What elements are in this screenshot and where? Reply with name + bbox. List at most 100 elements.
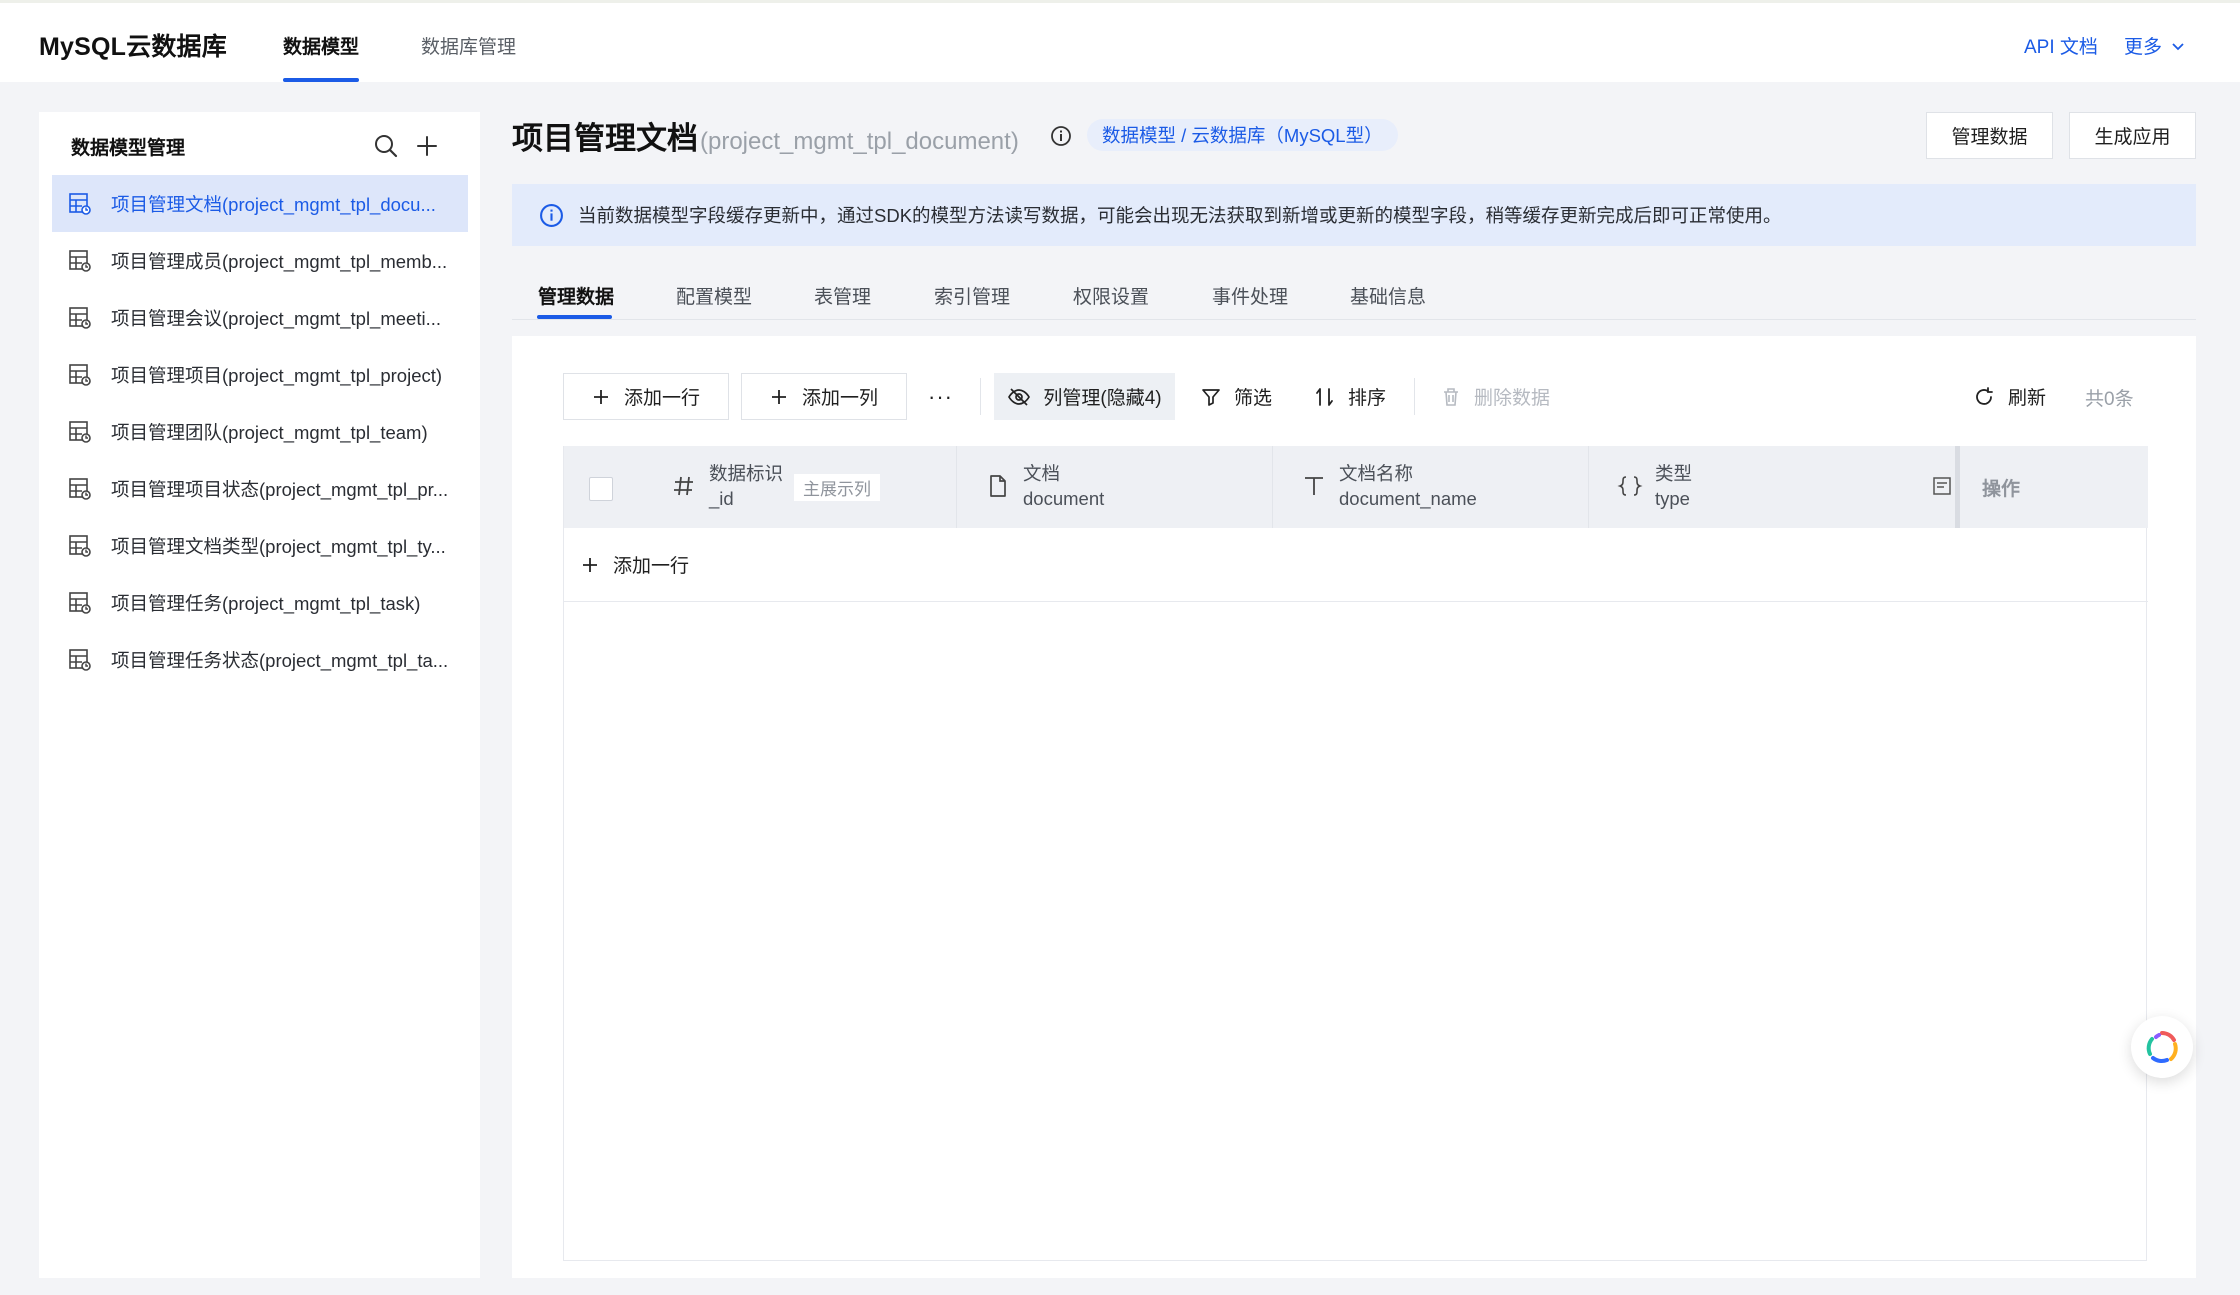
column-header-document-name[interactable]: 文档名称 document_name [1273,446,1589,528]
generate-app-button[interactable]: 生成应用 [2069,112,2196,159]
sidebar-item-model[interactable]: 项目管理项目(project_mgmt_tpl_project) [52,346,468,403]
braces-icon [1617,476,1643,496]
refresh-button[interactable]: 刷新 [1972,373,2046,420]
sidebar-item-model[interactable]: 项目管理团队(project_mgmt_tpl_team) [52,403,468,460]
breadcrumb[interactable]: 数据模型 / 云数据库（MySQL型） [1087,119,1398,151]
assistant-button[interactable] [2131,1016,2193,1078]
add-column-button[interactable]: 添加一列 [741,373,907,420]
table-model-icon [66,418,94,446]
table-model-icon [66,589,94,617]
primary-display-badge: 主展示列 [794,474,880,501]
sort-button[interactable]: 排序 [1314,373,1386,420]
filter-icon [1202,388,1220,406]
more-actions-button[interactable]: ··· [928,373,953,420]
column-field: document_name [1339,488,1477,509]
model-list: 项目管理文档(project_mgmt_tpl_docu... 项目管理成员(pr… [52,175,468,688]
info-icon[interactable] [1049,124,1073,148]
table-model-icon [66,646,94,674]
eye-off-icon [1008,387,1031,406]
table-model-icon [66,247,94,275]
column-header-id[interactable]: 数据标识 _id 主展示列 [564,446,957,528]
column-label: 文档名称 [1339,463,1414,484]
assistant-logo-icon [2146,1031,2178,1064]
page-title-text: 项目管理文档 [512,121,698,156]
actions-column-header: 操作 [1955,446,2148,528]
sidebar-item-label: 项目管理任务状态(project_mgmt_tpl_ta... [111,649,449,671]
top-bar: MySQL云数据库 数据模型 数据库管理 API 文档 更多 [0,0,2240,82]
column-field: type [1655,488,1690,509]
sidebar-item-label: 项目管理项目(project_mgmt_tpl_project) [111,364,443,386]
sidebar-item-label: 项目管理团队(project_mgmt_tpl_team) [111,421,428,443]
tab-basic-info[interactable]: 基础信息 [1350,282,1426,309]
sidebar-item-label: 项目管理成员(project_mgmt_tpl_memb... [111,250,448,272]
column-field: document [1023,488,1105,509]
column-label: 文档 [1023,463,1061,484]
page-title: 项目管理文档 (project_mgmt_tpl_document) [512,113,1019,158]
tab-permissions[interactable]: 权限设置 [1073,282,1149,309]
table-add-row[interactable]: 添加一行 [564,528,2148,602]
delete-data-label: 删除数据 [1474,388,1551,409]
record-count: 共0条 [2085,389,2134,410]
tab-manage-data[interactable]: 管理数据 [538,282,614,309]
file-icon [990,475,1006,497]
sidebar-item-model[interactable]: 项目管理文档(project_mgmt_tpl_docu... [52,175,468,232]
more-menu[interactable]: 更多 [2124,32,2186,59]
refresh-label: 刷新 [2008,388,2047,409]
table-add-row-label: 添加一行 [613,556,690,577]
sidebar-item-label: 项目管理项目状态(project_mgmt_tpl_pr... [111,478,449,500]
text-type-icon [1305,477,1323,495]
tab-index-management[interactable]: 索引管理 [934,282,1010,309]
trash-icon [1444,387,1458,406]
column-management-button[interactable]: 列管理(隐藏4) [994,373,1175,420]
page-title-code: (project_mgmt_tpl_document) [700,128,1019,155]
plus-icon [583,557,597,572]
nav-tab-data-model[interactable]: 数据模型 [283,32,359,59]
notice-text: 当前数据模型字段缓存更新中，通过SDK的模型方法读写数据，可能会出现无法获取到新… [578,205,1782,226]
table-model-icon [66,475,94,503]
table-header: 数据标识 _id 主展示列 文档 document 文档名称 document_… [564,446,2148,528]
column-header-document[interactable]: 文档 document [957,446,1273,528]
add-row-button[interactable]: 添加一行 [563,373,729,420]
more-menu-label: 更多 [2124,37,2163,58]
sidebar-item-label: 项目管理任务(project_mgmt_tpl_task) [111,592,421,614]
nav-active-indicator [283,78,359,82]
tab-event-handling[interactable]: 事件处理 [1212,282,1288,309]
sort-icon [1316,387,1333,406]
api-doc-label: API 文档 [2024,37,2098,58]
nav-tab-database-management[interactable]: 数据库管理 [421,32,516,59]
table-model-icon [66,361,94,389]
cache-notice: 当前数据模型字段缓存更新中，通过SDK的模型方法读写数据，可能会出现无法获取到新… [512,184,2196,246]
manage-data-button[interactable]: 管理数据 [1926,112,2053,159]
sidebar-title: 数据模型管理 [71,138,186,159]
column-label: 数据标识 [709,463,784,484]
list-settings-icon[interactable] [1932,476,1952,496]
add-row-label: 添加一行 [623,388,700,409]
table-model-icon [66,532,94,560]
sort-label: 排序 [1348,388,1387,409]
toolbar-divider [980,378,981,415]
actions-header-label: 操作 [1982,479,2021,500]
sidebar-item-model[interactable]: 项目管理任务(project_mgmt_tpl_task) [52,574,468,631]
info-circle-icon [540,203,563,227]
api-doc-link[interactable]: API 文档 [2024,32,2098,59]
plus-icon [593,389,608,404]
sidebar-item-model[interactable]: 项目管理任务状态(project_mgmt_tpl_ta... [52,631,468,688]
tab-config-model[interactable]: 配置模型 [676,282,752,309]
filter-button[interactable]: 筛选 [1200,373,1272,420]
select-all-checkbox[interactable] [589,477,613,501]
plus-icon [771,389,786,404]
tab-table-management[interactable]: 表管理 [814,282,871,309]
sidebar-search-button[interactable] [372,132,400,160]
sidebar-item-label: 项目管理文档类型(project_mgmt_tpl_ty... [111,535,446,557]
sidebar-add-button[interactable] [413,132,441,160]
add-column-label: 添加一列 [801,388,878,409]
sidebar: 数据模型管理 项目管理文档(project_mgmt_tpl_docu... 项目… [39,112,480,1278]
sidebar-item-model[interactable]: 项目管理会议(project_mgmt_tpl_meeti... [52,289,468,346]
sidebar-item-model[interactable]: 项目管理文档类型(project_mgmt_tpl_ty... [52,517,468,574]
data-table: 数据标识 _id 主展示列 文档 document 文档名称 document_… [563,446,2148,1261]
column-header-type[interactable]: 类型 type [1589,446,1905,528]
sidebar-item-model[interactable]: 项目管理成员(project_mgmt_tpl_memb... [52,232,468,289]
sidebar-item-model[interactable]: 项目管理项目状态(project_mgmt_tpl_pr... [52,460,468,517]
sidebar-item-label: 项目管理会议(project_mgmt_tpl_meeti... [111,307,442,329]
delete-data-button[interactable]: 删除数据 [1440,373,1550,420]
